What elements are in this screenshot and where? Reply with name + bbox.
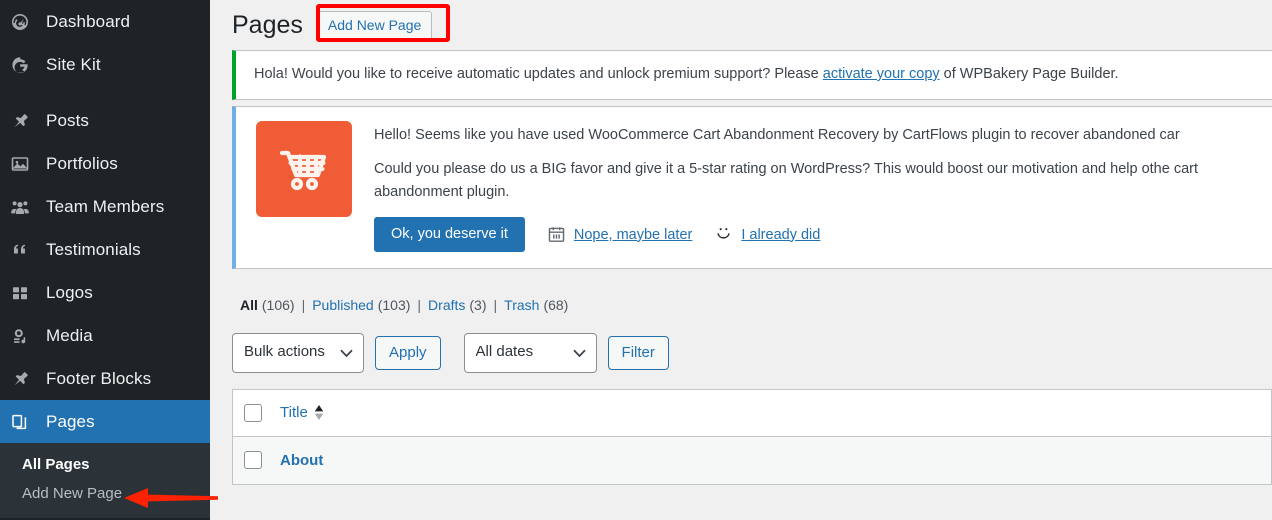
sidebar-item-label: Team Members <box>46 196 165 216</box>
i-already-did-label: I already did <box>741 226 821 243</box>
status-filter-published-count: (103) <box>377 297 411 314</box>
wpbakery-notice-text-before: Hola! Would you like to receive automati… <box>254 66 823 82</box>
pin-icon <box>10 111 44 131</box>
column-header-title-label: Title <box>280 404 308 422</box>
page-header: Pages Add New Page <box>232 0 1272 44</box>
image-icon <box>10 154 44 174</box>
shopping-cart-icon <box>256 120 352 217</box>
sidebar-item-site-kit[interactable]: Site Kit <box>0 43 210 86</box>
row-title-link[interactable]: About <box>280 452 323 469</box>
sidebar-submenu-item-add-new-page[interactable]: Add New Page <box>0 479 210 508</box>
nope-maybe-later-link[interactable]: Nope, maybe later <box>547 225 692 244</box>
add-new-page-button[interactable]: Add New Page <box>316 10 433 40</box>
activate-your-copy-link[interactable]: activate your copy <box>823 66 940 82</box>
main-content: Pages Add New Page Hola! Would you like … <box>210 0 1272 520</box>
status-filter-all: All (106) | <box>240 297 312 313</box>
media-icon <box>10 326 44 346</box>
select-all-checkbox-cell <box>244 403 280 422</box>
column-header-title[interactable]: Title <box>280 404 324 421</box>
sidebar-submenu-label: Add New Page <box>22 485 123 502</box>
sidebar-item-label: Media <box>46 325 93 345</box>
status-filter-all-count: (106) <box>261 297 295 314</box>
sidebar-item-portfolios[interactable]: Portfolios <box>0 142 210 185</box>
status-filter-separator: | <box>493 297 498 314</box>
table-header-row: Title <box>233 390 1271 437</box>
filter-button[interactable]: Filter <box>607 335 669 370</box>
sidebar-separator <box>0 86 210 99</box>
sidebar-submenu-label: All Pages <box>22 456 90 473</box>
cartflows-body: Hello! Seems like you have used WooComme… <box>374 121 1272 253</box>
table-row: About <box>233 436 1271 484</box>
sidebar-item-team-members[interactable]: Team Members <box>0 185 210 228</box>
dates-select-wrap: All dates <box>463 333 597 373</box>
sidebar-item-dashboard[interactable]: Dashboard <box>0 0 210 43</box>
cartflows-icon-wrap <box>236 120 374 252</box>
pin-icon <box>10 369 44 389</box>
select-all-checkbox[interactable] <box>244 403 262 422</box>
groups-icon <box>10 197 44 217</box>
status-filter-drafts-count: (3) <box>469 297 487 314</box>
cartflows-notice: Hello! Seems like you have used WooComme… <box>232 105 1272 270</box>
page-title: Pages <box>232 10 303 39</box>
grid-icon <box>10 283 44 303</box>
dashboard-icon <box>10 12 44 32</box>
pages-icon <box>10 412 44 432</box>
status-filter-separator: | <box>417 297 422 314</box>
sidebar-item-label: Logos <box>46 282 93 302</box>
google-g-icon <box>10 55 44 75</box>
dates-select[interactable]: All dates <box>463 333 597 373</box>
cartflows-paragraph-2: Could you please do us a BIG favor and g… <box>374 158 1272 217</box>
sidebar-item-label: Pages <box>46 411 95 431</box>
apply-button[interactable]: Apply <box>375 335 441 370</box>
status-filter-drafts: Drafts (3) | <box>428 297 504 313</box>
wpbakery-notice-text-after: of WPBakery Page Builder. <box>939 66 1119 82</box>
sidebar-item-pages[interactable]: Pages <box>0 400 218 443</box>
cartflows-paragraph-2a: Could you please do us a BIG favor and g… <box>374 161 1170 178</box>
smiley-icon <box>714 225 733 244</box>
row-checkbox-cell <box>244 451 280 470</box>
cartflows-actions: Ok, you deserve it Nope, maybe later I a… <box>374 217 1272 253</box>
quote-icon <box>10 240 44 260</box>
status-filter-drafts-link[interactable]: Drafts <box>428 297 465 313</box>
sidebar-submenu-pages: All Pages Add New Page <box>0 443 210 518</box>
sidebar-item-label: Dashboard <box>46 11 131 31</box>
sidebar-item-posts[interactable]: Posts <box>0 99 210 142</box>
status-filter-published: Published (103) | <box>312 297 428 313</box>
sidebar-item-label: Posts <box>46 110 90 130</box>
admin-screen: Dashboard Site Kit Posts Portfolios Team… <box>0 0 1272 520</box>
ok-you-deserve-it-button[interactable]: Ok, you deserve it <box>374 217 525 253</box>
i-already-did-link[interactable]: I already did <box>714 225 820 244</box>
sidebar-submenu-item-all-pages[interactable]: All Pages <box>0 450 210 479</box>
status-filter-all-link[interactable]: All <box>240 297 258 313</box>
admin-sidebar: Dashboard Site Kit Posts Portfolios Team… <box>0 0 218 520</box>
sidebar-item-label: Site Kit <box>46 54 101 74</box>
cartflows-paragraph-1: Hello! Seems like you have used WooComme… <box>374 126 1180 143</box>
bulk-actions-select[interactable]: Bulk actions <box>232 333 364 373</box>
status-filter-trash-link[interactable]: Trash <box>504 297 539 313</box>
status-filter-trash-count: (68) <box>543 297 569 314</box>
calendar-icon <box>547 225 566 244</box>
sort-arrows-icon[interactable] <box>314 405 324 421</box>
sidebar-item-label: Testimonials <box>46 239 141 259</box>
pages-table: Title About <box>232 388 1272 485</box>
status-filter-trash: Trash (68) <box>504 297 568 313</box>
row-checkbox[interactable] <box>244 451 262 470</box>
sidebar-item-footer-blocks[interactable]: Footer Blocks <box>0 357 210 400</box>
sidebar-item-media[interactable]: Media <box>0 314 210 357</box>
status-filter-links: All (106) | Published (103) | Drafts (3)… <box>240 297 1272 313</box>
bulk-actions-select-wrap: Bulk actions <box>232 333 364 373</box>
nope-maybe-later-label: Nope, maybe later <box>573 226 693 243</box>
wpbakery-notice-text: Hola! Would you like to receive automati… <box>236 51 1272 99</box>
sidebar-item-testimonials[interactable]: Testimonials <box>0 228 210 271</box>
sidebar-item-label: Footer Blocks <box>46 368 152 388</box>
sidebar-item-logos[interactable]: Logos <box>0 271 210 314</box>
wpbakery-notice: Hola! Would you like to receive automati… <box>232 50 1272 100</box>
sidebar-item-label: Portfolios <box>46 153 118 173</box>
status-filter-published-link[interactable]: Published <box>312 297 374 313</box>
table-nav-top: Bulk actions Apply All dates Filter <box>232 333 1272 373</box>
status-filter-separator: | <box>301 297 306 314</box>
